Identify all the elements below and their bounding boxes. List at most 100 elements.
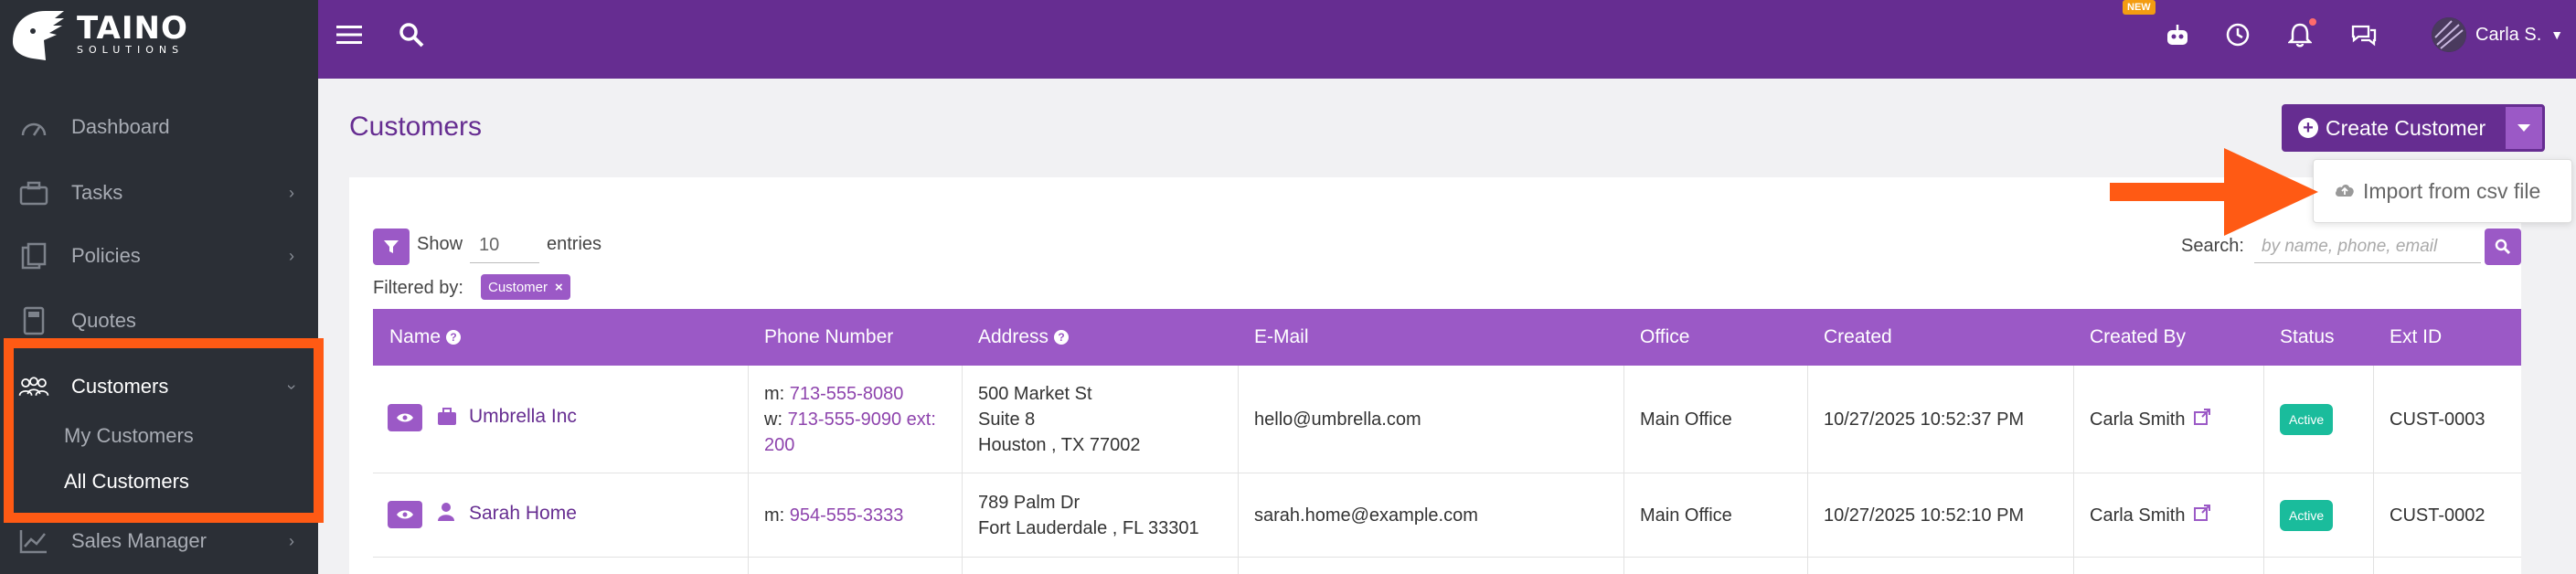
- filter-button[interactable]: [373, 229, 410, 265]
- phone-cell: m: 713-555-8080 w: 713-555-9090 ext: 200: [764, 383, 936, 455]
- status-cell: Active: [2280, 473, 2334, 557]
- status-cell: Active: [2280, 366, 2334, 473]
- quotes-icon: [18, 305, 49, 336]
- user-name: Carla S.: [2475, 24, 2542, 45]
- filter-tag-label: Customer: [488, 279, 548, 295]
- create-customer-label: Create Customer: [2326, 115, 2486, 140]
- brand-tagline: SOLUTIONS: [77, 44, 185, 56]
- sidebar-item-label: Sales Manager: [71, 529, 207, 552]
- created-cell: 10/27/2025 10:52:37 PM: [1824, 409, 2025, 430]
- status-badge: Active: [2280, 403, 2334, 435]
- phone-link[interactable]: 954-555-3333: [790, 505, 904, 526]
- user-menu[interactable]: Carla S. ▼: [2432, 16, 2563, 53]
- new-badge: NEW: [2123, 0, 2156, 15]
- brand-logo[interactable]: TAINO SOLUTIONS: [9, 4, 188, 66]
- column-header-name[interactable]: Name?: [389, 309, 462, 366]
- dashboard-icon: [18, 112, 49, 143]
- column-header-created-by[interactable]: Created By: [2090, 309, 2186, 366]
- highlight-box: [4, 338, 324, 523]
- search-button[interactable]: [2485, 229, 2521, 265]
- plus-circle-icon: +: [2298, 118, 2318, 138]
- entries-input[interactable]: [470, 229, 539, 263]
- customer-name-link[interactable]: Umbrella Inc: [469, 406, 577, 428]
- sales-icon: [18, 526, 49, 557]
- clock-icon[interactable]: [2219, 16, 2256, 53]
- ext-id-cell: CUST-0003: [2390, 409, 2486, 430]
- page-title: Customers: [349, 112, 483, 142]
- email-cell: hello@umbrella.com: [1254, 409, 1421, 430]
- column-header-address[interactable]: Address?: [978, 309, 1070, 366]
- customer-name-link[interactable]: Sarah Home: [469, 503, 577, 525]
- user-icon: [437, 502, 455, 526]
- cloud-upload-icon: [2334, 179, 2356, 204]
- chevron-right-icon: ›: [289, 531, 294, 550]
- sidebar-item-tasks[interactable]: Tasks ›: [0, 167, 318, 218]
- chevron-down-icon: ▼: [2550, 27, 2564, 42]
- search-icon: [2495, 239, 2511, 255]
- close-icon[interactable]: ×: [555, 280, 563, 295]
- import-csv-menu-item[interactable]: Import from csv file: [2313, 159, 2572, 223]
- column-header-email[interactable]: E-Mail: [1254, 309, 1309, 366]
- column-header-status[interactable]: Status: [2280, 309, 2335, 366]
- filtered-by-label: Filtered by:: [373, 278, 463, 298]
- logo-icon: [13, 11, 64, 60]
- sidebar-item-label: Quotes: [71, 309, 136, 332]
- create-customer-button[interactable]: + Create Customer: [2282, 104, 2503, 152]
- created-by-cell: Carla Smith: [2090, 473, 2211, 557]
- table-row: Umbrella Inc m: 713-555-8080 w: 713-555-…: [373, 366, 2521, 473]
- sidebar-item-sales-manager[interactable]: Sales Manager ›: [0, 516, 318, 567]
- brand-name: TAINO: [77, 10, 188, 47]
- column-header-ext-id[interactable]: Ext ID: [2390, 309, 2442, 366]
- column-header-office[interactable]: Office: [1640, 309, 1689, 366]
- column-header-phone[interactable]: Phone Number: [764, 309, 893, 366]
- briefcase-icon: [437, 408, 457, 430]
- sidebar-item-label: Tasks: [71, 181, 123, 204]
- table-header: Name? Phone Number Address? E-Mail Offic…: [373, 309, 2521, 366]
- create-dropdown-toggle[interactable]: [2503, 104, 2545, 152]
- sidebar-item-policies[interactable]: Policies ›: [0, 230, 318, 282]
- table-row: Sarah Home m: 954-555-3333 789 Palm Dr F…: [373, 473, 2521, 558]
- view-button[interactable]: [388, 404, 422, 431]
- avatar: [2432, 17, 2466, 52]
- sidebar-item-label: Policies: [71, 244, 141, 267]
- external-link-icon[interactable]: [2194, 407, 2211, 432]
- view-button[interactable]: [388, 501, 422, 528]
- chevron-right-icon: ›: [289, 246, 294, 265]
- email-cell: sarah.home@example.com: [1254, 505, 1478, 526]
- column-header-created[interactable]: Created: [1824, 309, 1892, 366]
- chat-icon[interactable]: [2346, 16, 2382, 53]
- created-by-cell: Carla Smith: [2090, 366, 2211, 473]
- arrow-annotation: [2110, 148, 2318, 236]
- help-icon[interactable]: ?: [1054, 330, 1070, 345]
- phone-link[interactable]: 713-555-9090 ext: 200: [764, 409, 936, 455]
- robot-icon[interactable]: [2159, 16, 2196, 53]
- notification-dot: [2309, 18, 2316, 26]
- table-row: [373, 558, 2521, 574]
- filter-icon: [384, 240, 399, 253]
- sidebar-item-dashboard[interactable]: Dashboard: [0, 101, 318, 153]
- sidebar-item-label: Dashboard: [71, 115, 170, 138]
- caret-down-icon: [2517, 124, 2530, 132]
- address-cell: 789 Palm Dr Fort Lauderdale , FL 33301: [978, 492, 1199, 538]
- office-cell: Main Office: [1640, 505, 1732, 526]
- chevron-right-icon: ›: [289, 183, 294, 202]
- help-icon[interactable]: ?: [446, 330, 462, 345]
- office-cell: Main Office: [1640, 409, 1732, 430]
- entries-label: entries: [547, 234, 602, 254]
- eye-icon: [397, 510, 413, 519]
- address-cell: 500 Market St Suite 8 Houston , TX 77002: [978, 383, 1141, 455]
- search-input[interactable]: [2254, 230, 2481, 263]
- menu-icon[interactable]: [331, 16, 367, 53]
- filter-tag-customer[interactable]: Customer ×: [481, 274, 570, 300]
- search-label: Search:: [2181, 236, 2244, 256]
- ext-id-cell: CUST-0002: [2390, 505, 2486, 526]
- search-icon[interactable]: [393, 16, 430, 53]
- created-cell: 10/27/2025 10:52:10 PM: [1824, 505, 2025, 526]
- eye-icon: [397, 413, 413, 422]
- phone-cell: m: 954-555-3333: [764, 505, 904, 526]
- phone-link[interactable]: 713-555-8080: [790, 384, 904, 404]
- external-link-icon[interactable]: [2194, 503, 2211, 528]
- status-badge: Active: [2280, 499, 2334, 531]
- import-csv-label: Import from csv file: [2363, 178, 2541, 203]
- tasks-icon: [18, 177, 49, 208]
